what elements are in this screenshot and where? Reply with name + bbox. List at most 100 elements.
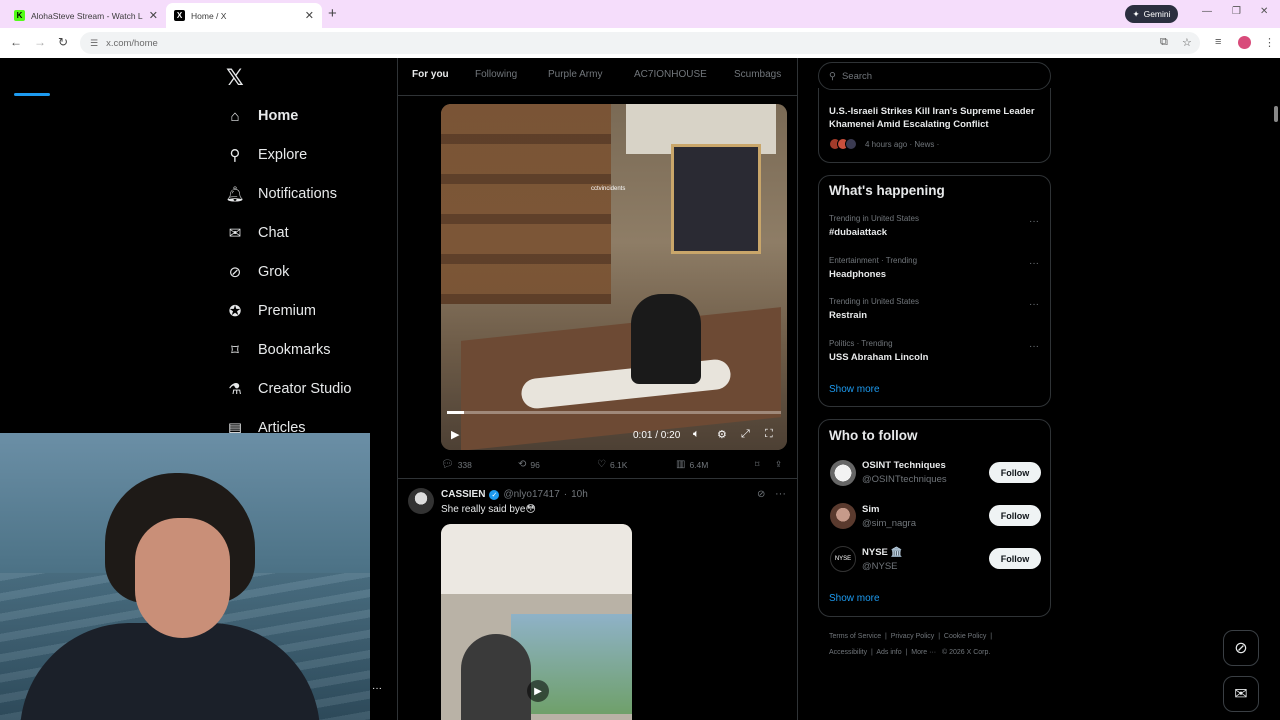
news-meta-text: 4 hours ago · News · (865, 139, 940, 149)
avatar[interactable] (830, 460, 856, 486)
grok-icon[interactable]: ⊘ (757, 489, 765, 500)
video-frame (671, 144, 761, 254)
like-button[interactable]: ♡ 6.1K (597, 459, 627, 470)
bookmark-star-icon[interactable]: ☆ (1182, 36, 1192, 49)
back-icon[interactable]: ← (10, 35, 22, 49)
trend-meta: Politics · Trending (829, 339, 893, 348)
tweet-time[interactable]: 10h (571, 489, 588, 500)
site-info-icon[interactable]: ☰ (90, 38, 98, 49)
news-headline[interactable]: U.S.-Israeli Strikes Kill Iran's Supreme… (829, 105, 1044, 131)
video-frame (441, 524, 632, 594)
nav-chat[interactable]: ✉ Chat (226, 221, 289, 245)
more-icon[interactable]: ··· (775, 488, 786, 500)
follow-button[interactable]: Follow (989, 462, 1041, 483)
video-time: 0:01 / 0:20 (633, 430, 681, 441)
play-icon[interactable]: ▶ (527, 680, 549, 702)
scrollbar[interactable] (1274, 106, 1278, 122)
browser-tab-x-home[interactable]: X Home / X ✕ (166, 3, 322, 28)
search-input[interactable]: ⚲ Search (818, 62, 1051, 90)
nav-label: Premium (258, 303, 317, 319)
footer-link[interactable]: Ads info (876, 649, 901, 656)
nav-notifications[interactable]: 🔔︎ Notifications (225, 182, 337, 206)
forward-icon[interactable]: → (34, 35, 46, 49)
follow-handle: @sim_nagra (862, 518, 916, 529)
more-icon[interactable]: ··· (1029, 258, 1039, 269)
fullscreen-icon[interactable]: ⛶ (765, 428, 773, 441)
avatar[interactable] (830, 503, 856, 529)
nav-bookmarks[interactable]: ⌑ Bookmarks (226, 338, 330, 362)
trend-item[interactable]: Headphones (829, 269, 886, 280)
tab-following[interactable]: Following (475, 69, 517, 80)
gemini-label: Gemini (1143, 9, 1171, 19)
messages-fab-icon[interactable]: ✉ (1223, 676, 1259, 712)
grok-fab-icon[interactable]: ⊘ (1223, 630, 1259, 666)
avatar[interactable] (408, 488, 434, 514)
close-window-icon[interactable]: ✕ (1260, 6, 1268, 17)
views-icon: ▥ (676, 459, 686, 470)
footer-link[interactable]: Privacy Policy (891, 633, 935, 640)
tweet-text: She really said bye😳 (441, 504, 536, 515)
media-control-icon[interactable]: ≡ (1215, 36, 1221, 48)
minimize-icon[interactable]: — (1202, 6, 1212, 17)
reload-icon[interactable]: ↻ (58, 35, 68, 49)
gemini-button[interactable]: ✦ Gemini (1125, 5, 1178, 23)
follow-button[interactable]: Follow (989, 505, 1041, 526)
footer-link[interactable]: Cookie Policy (944, 633, 986, 640)
address-bar[interactable]: ☰ x.com/home (80, 32, 1200, 54)
feed-right-border (797, 58, 798, 720)
footer-link[interactable]: Accessibility (829, 649, 867, 656)
more-icon[interactable]: ··· (372, 683, 382, 694)
video-frame (631, 294, 701, 384)
profile-avatar[interactable] (1238, 36, 1251, 49)
trend-item[interactable]: #dubaiattack (829, 227, 887, 238)
trend-item[interactable]: USS Abraham Lincoln (829, 352, 928, 363)
trend-item[interactable]: Restrain (829, 310, 867, 321)
nav-home[interactable]: ⌂ Home (226, 104, 298, 128)
show-more-follow-link[interactable]: Show more (829, 593, 880, 604)
views-button[interactable]: ▥ 6.4M (676, 459, 708, 470)
show-more-trends-link[interactable]: Show more (829, 384, 880, 395)
video-progress-track[interactable] (447, 411, 781, 414)
footer-link[interactable]: More ··· (911, 649, 936, 656)
nav-creator-studio[interactable]: ⚗ Creator Studio (226, 377, 351, 401)
menu-icon[interactable]: ⋮ (1264, 36, 1275, 49)
pip-icon[interactable]: ⤢ (741, 428, 750, 441)
tweet-video-player[interactable]: cctvincidents ▶ 0:01 / 0:20 🔈︎ ⚙ ⤢ ⛶ (441, 104, 787, 450)
tab-ac7ionhouse[interactable]: AC7IONHOUSE (634, 69, 707, 80)
follow-name[interactable]: NYSE 🏛️ (862, 547, 902, 558)
follow-name[interactable]: Sim (862, 504, 879, 515)
nav-grok[interactable]: ⊘ Grok (226, 260, 290, 284)
mail-icon: ✉ (228, 225, 242, 242)
close-tab-icon[interactable]: ✕ (149, 9, 158, 22)
new-tab-icon[interactable]: + (328, 5, 337, 22)
tab-purple-army[interactable]: Purple Army (548, 69, 602, 80)
close-tab-icon[interactable]: ✕ (305, 9, 314, 22)
reply-button[interactable]: 💬︎ 338 (441, 459, 472, 470)
settings-icon[interactable]: ⚙ (717, 428, 727, 441)
volume-icon[interactable]: 🔈︎ (693, 428, 700, 441)
tab-for-you[interactable]: For you (412, 69, 449, 80)
restore-icon[interactable]: ❐ (1232, 6, 1241, 17)
author-name[interactable]: CASSIEN (441, 489, 485, 500)
nav-premium[interactable]: ✪ Premium (226, 299, 316, 323)
follow-name[interactable]: OSINT Techniques (862, 460, 946, 471)
footer-link[interactable]: Terms of Service (829, 633, 881, 640)
more-icon[interactable]: ··· (1029, 341, 1039, 352)
nav-label: Explore (258, 147, 308, 163)
dot-separator: · (563, 489, 568, 500)
repost-button[interactable]: ⟲ 96 (518, 459, 540, 470)
bookmark-tweet-icon[interactable]: ⌑ (755, 459, 759, 470)
more-icon[interactable]: ··· (1029, 216, 1039, 227)
author-handle[interactable]: @nlyo17417 (503, 489, 559, 500)
nav-explore[interactable]: ⚲ Explore (226, 143, 308, 167)
more-icon[interactable]: ··· (1029, 299, 1039, 310)
install-app-icon[interactable]: ⧉ (1160, 36, 1168, 49)
x-logo-icon[interactable]: 𝕏 (226, 65, 244, 91)
tweet-video-thumbnail[interactable]: ▶ (441, 524, 632, 720)
tab-scumbags[interactable]: Scumbags (734, 69, 781, 80)
browser-tab-kick[interactable]: K AlohaSteve Stream - Watch Live ✕ (6, 3, 166, 28)
follow-button[interactable]: Follow (989, 548, 1041, 569)
play-icon[interactable]: ▶ (451, 428, 459, 441)
nyse-logo-icon[interactable]: NYSE (830, 546, 856, 572)
share-icon[interactable]: ⇪ (775, 459, 782, 470)
